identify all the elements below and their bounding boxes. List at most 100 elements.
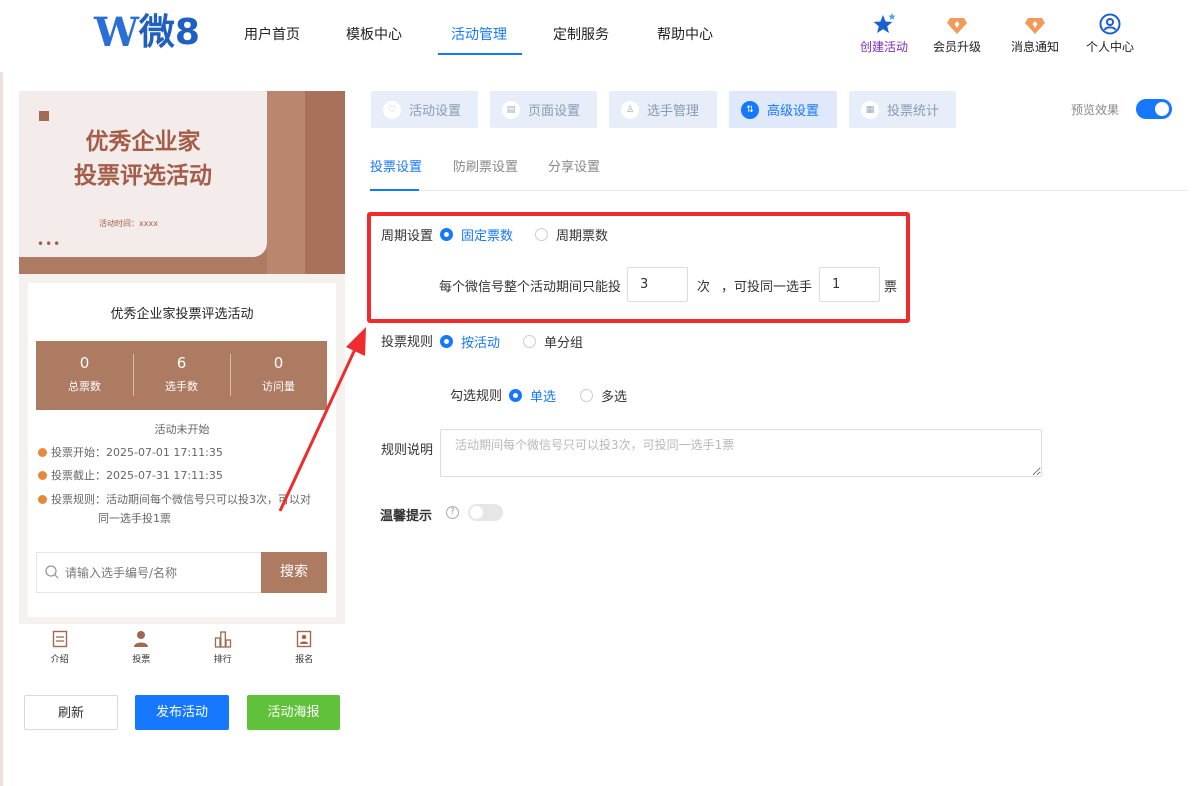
radio-label: 单分组: [544, 336, 584, 351]
member-upgrade-label: 会员升级: [932, 40, 981, 54]
bullet-dot: [38, 495, 47, 504]
star-icon: [854, 12, 914, 36]
ranking-icon: [214, 631, 231, 648]
search-input[interactable]: [65, 553, 261, 592]
tab-ranking[interactable]: 排行: [182, 624, 264, 671]
user-icon: ♙: [621, 100, 639, 119]
notifications-button[interactable]: 消息通知: [1005, 12, 1065, 55]
warm-tip-label: 温馨提示: [380, 509, 433, 524]
signup-icon: [297, 630, 312, 648]
stat-visits: 0 访问量: [230, 341, 327, 410]
mobile-preview: 优秀企业家 投票评选活动 活动时间：xxxx ••• 优秀企业家投票评选活动 0…: [19, 91, 345, 671]
nav-home[interactable]: 用户首页: [244, 24, 300, 44]
step-label: 活动设置: [409, 104, 462, 119]
stat-label: 总票数: [68, 380, 101, 393]
activity-title: 优秀企业家投票评选活动: [110, 307, 254, 322]
tab-vote-label: 投票: [132, 655, 151, 665]
nav-templates[interactable]: 模板中心: [346, 24, 402, 44]
tab-vote-settings[interactable]: 投票设置: [370, 156, 422, 175]
bell-icon: [1005, 12, 1065, 36]
profile-label: 个人中心: [1085, 40, 1134, 54]
step-label: 选手管理: [647, 104, 700, 119]
tab-intro[interactable]: 介绍: [19, 624, 101, 671]
create-activity-button[interactable]: 创建活动: [854, 12, 914, 55]
subtab-active-indicator: [370, 189, 419, 191]
vote-start-text: 投票开始：2025-07-01 17:11:35: [51, 446, 223, 459]
intro-icon: [52, 630, 67, 648]
logo-mark: W: [94, 9, 139, 56]
refresh-button[interactable]: 刷新: [24, 695, 118, 730]
highlight-annotation-box: [367, 212, 910, 323]
banner-time: 活动时间：xxxx: [99, 219, 158, 228]
left-edge-strip: [0, 72, 3, 786]
radio-by-activity[interactable]: 按活动: [440, 332, 500, 351]
tab-share-settings[interactable]: 分享设置: [548, 156, 600, 175]
radio-circle: [440, 335, 453, 348]
activity-info-card: 优秀企业家投票评选活动 0 总票数 6 选手数 0 访问量 活动未开始 投票开始…: [28, 283, 336, 617]
advanced-icon: ⇅: [741, 100, 759, 119]
publish-activity-button[interactable]: 发布活动: [135, 695, 229, 730]
radio-circle: [580, 389, 593, 402]
nav-activity-management[interactable]: 活动管理: [451, 24, 507, 44]
select-rule-label: 勾选规则: [450, 389, 503, 404]
banner-dots: •••: [37, 237, 62, 251]
nav-active-indicator: [438, 53, 522, 55]
radio-label: 单选: [530, 390, 557, 405]
activity-banner: 优秀企业家 投票评选活动 活动时间：xxxx •••: [19, 91, 345, 274]
radio-single-group[interactable]: 单分组: [523, 332, 583, 351]
tab-ranking-label: 排行: [213, 655, 232, 665]
step-activity-settings[interactable]: ♡ 活动设置: [371, 91, 478, 128]
warm-tip-toggle[interactable]: [468, 504, 503, 521]
banner-title-line1: 优秀企业家: [85, 128, 201, 155]
tab-anti-fraud-settings[interactable]: 防刷票设置: [453, 156, 518, 175]
diamond-icon: [927, 12, 987, 36]
search-button[interactable]: 搜索: [261, 552, 327, 593]
step-vote-statistics[interactable]: ▦ 投票统计: [849, 91, 956, 128]
vote-rule-text-cont: 同一选手投1票: [98, 512, 171, 525]
step-contestant-management[interactable]: ♙ 选手管理: [609, 91, 717, 128]
contestant-search: 搜索: [36, 552, 327, 593]
tab-signup[interactable]: 报名: [264, 624, 346, 671]
rule-description-textarea[interactable]: [440, 429, 1042, 477]
activity-poster-button[interactable]: 活动海报: [247, 695, 340, 730]
banner-title-line2: 投票评选活动: [74, 162, 212, 189]
radio-single-select[interactable]: 单选: [509, 386, 556, 405]
tab-vote[interactable]: 投票: [101, 624, 183, 671]
step-label: 页面设置: [528, 104, 581, 119]
stat-value: 6: [176, 354, 187, 372]
step-label: 投票统计: [887, 104, 940, 119]
stat-contestants: 6 选手数: [133, 341, 230, 410]
radio-multi-select[interactable]: 多选: [580, 386, 627, 405]
banner-card: 优秀企业家 投票评选活动 活动时间：xxxx •••: [19, 91, 267, 257]
step-advanced-settings[interactable]: ⇅ 高级设置: [729, 91, 837, 128]
radio-circle: [523, 335, 536, 348]
user-circle-icon: [1080, 12, 1140, 36]
profile-button[interactable]: 个人中心: [1080, 12, 1140, 55]
page-icon: ▤: [502, 100, 520, 119]
banner-stripe: [305, 91, 345, 274]
nav-help-center[interactable]: 帮助中心: [657, 24, 713, 44]
preview-effect-toggle[interactable]: [1136, 99, 1172, 119]
step-page-settings[interactable]: ▤ 页面设置: [490, 91, 597, 128]
stats-icon: ▦: [861, 100, 879, 119]
top-navigation: W 微8 用户首页 模板中心 活动管理 定制服务 帮助中心 创建活动 会员升级: [0, 0, 1200, 72]
member-upgrade-button[interactable]: 会员升级: [927, 12, 987, 55]
stat-total-votes: 0 总票数: [36, 341, 133, 410]
brand-logo[interactable]: W 微8: [94, 12, 200, 54]
tab-signup-label: 报名: [295, 655, 314, 665]
stats-panel: 0 总票数 6 选手数 0 访问量: [36, 341, 327, 410]
create-activity-label: 创建活动: [859, 40, 908, 54]
banner-stripe: [267, 91, 307, 274]
preview-tabbar: 介绍 投票 排行 报名: [19, 624, 345, 671]
vote-end-line: 投票截止：2025-07-31 17:11:35: [38, 466, 223, 486]
heart-icon: ♡: [383, 100, 401, 119]
help-icon[interactable]: ?: [446, 506, 459, 519]
stat-value: 0: [273, 354, 284, 372]
banner-square: [39, 111, 49, 121]
stat-label: 访问量: [262, 380, 295, 393]
radio-label: 按活动: [461, 336, 501, 351]
vote-end-text: 投票截止：2025-07-31 17:11:35: [51, 469, 223, 482]
preview-effect-label: 预览效果: [1071, 103, 1120, 117]
activity-status: 活动未开始: [154, 423, 210, 436]
nav-custom-service[interactable]: 定制服务: [553, 24, 609, 44]
